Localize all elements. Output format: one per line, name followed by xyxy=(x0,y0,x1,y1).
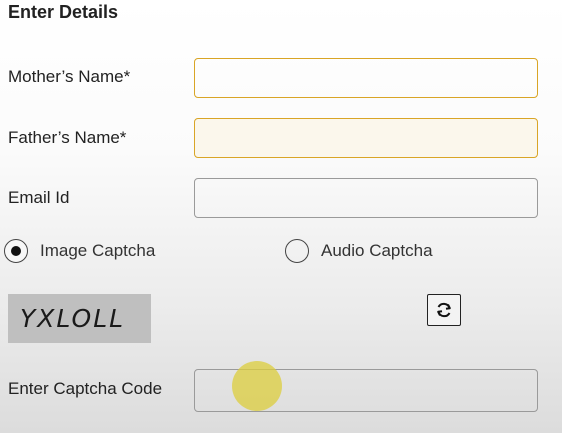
image-captcha-label: Image Captcha xyxy=(40,241,156,260)
audio-captcha-radio[interactable] xyxy=(285,239,309,263)
image-captcha-option[interactable]: Image Captcha xyxy=(4,239,155,263)
father-name-input[interactable] xyxy=(194,118,538,158)
captcha-code-label: Enter Captcha Code xyxy=(8,379,163,398)
audio-captcha-option[interactable]: Audio Captcha xyxy=(285,239,433,263)
captcha-image: YXLOLL xyxy=(8,294,151,343)
email-label: Email Id xyxy=(8,188,70,207)
email-input[interactable] xyxy=(194,178,538,218)
mother-name-label: Mother’s Name* xyxy=(8,67,131,86)
mother-name-input[interactable] xyxy=(194,58,538,98)
father-name-label: Father’s Name* xyxy=(8,128,127,147)
refresh-icon xyxy=(434,300,454,320)
section-title: Enter Details xyxy=(8,2,119,22)
image-captcha-radio[interactable] xyxy=(4,239,28,263)
captcha-image-text: YXLOLL xyxy=(20,304,126,333)
refresh-captcha-button[interactable] xyxy=(427,294,461,326)
cursor-highlight xyxy=(232,361,282,411)
radio-selected-dot xyxy=(11,246,21,256)
audio-captcha-label: Audio Captcha xyxy=(321,241,433,260)
